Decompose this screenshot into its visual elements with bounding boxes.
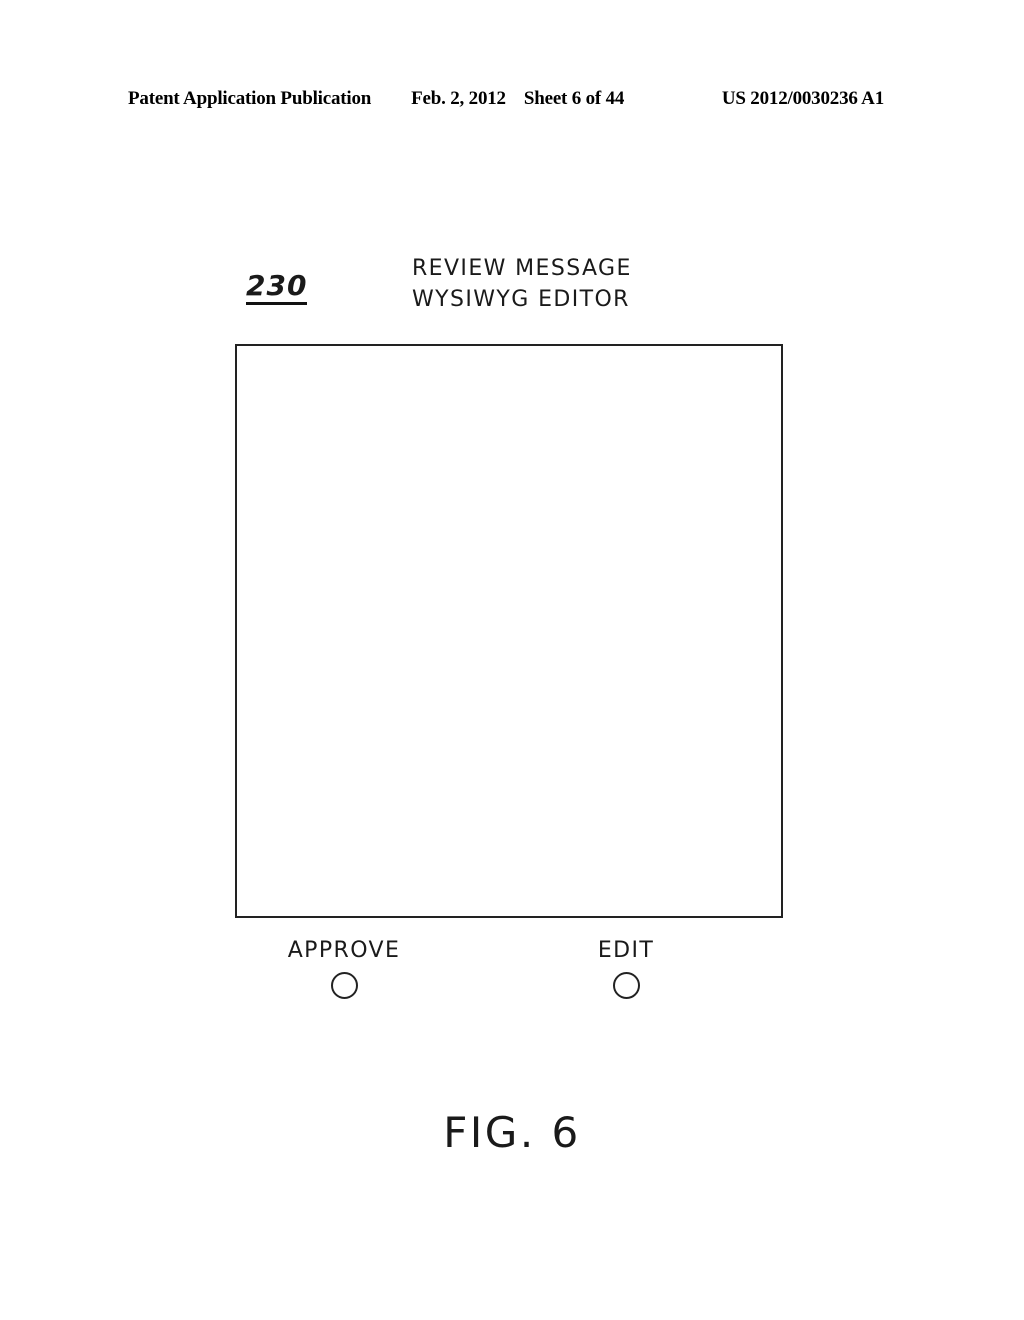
edit-control[interactable]: EDIT — [546, 938, 706, 999]
figure-caption: FIG. 6 — [443, 1108, 581, 1157]
edit-label: EDIT — [597, 938, 655, 963]
patent-figure: 230 REVIEW MESSAGE WYSIWYG EDITOR APPROV… — [0, 0, 1024, 1320]
control-row: APPROVE EDIT — [235, 938, 783, 1028]
approve-label: APPROVE — [287, 938, 401, 963]
edit-radio-button[interactable] — [612, 972, 640, 999]
approve-control[interactable]: APPROVE — [264, 938, 424, 999]
panel-title: REVIEW MESSAGE WYSIWYG EDITOR — [412, 253, 632, 315]
reference-numeral-230: 230 — [246, 270, 308, 306]
approve-radio-button[interactable] — [330, 972, 358, 999]
wysiwyg-editor-panel[interactable] — [235, 344, 783, 918]
panel-title-line-1: REVIEW MESSAGE — [412, 256, 632, 281]
panel-title-line-2: WYSIWYG EDITOR — [412, 287, 630, 312]
